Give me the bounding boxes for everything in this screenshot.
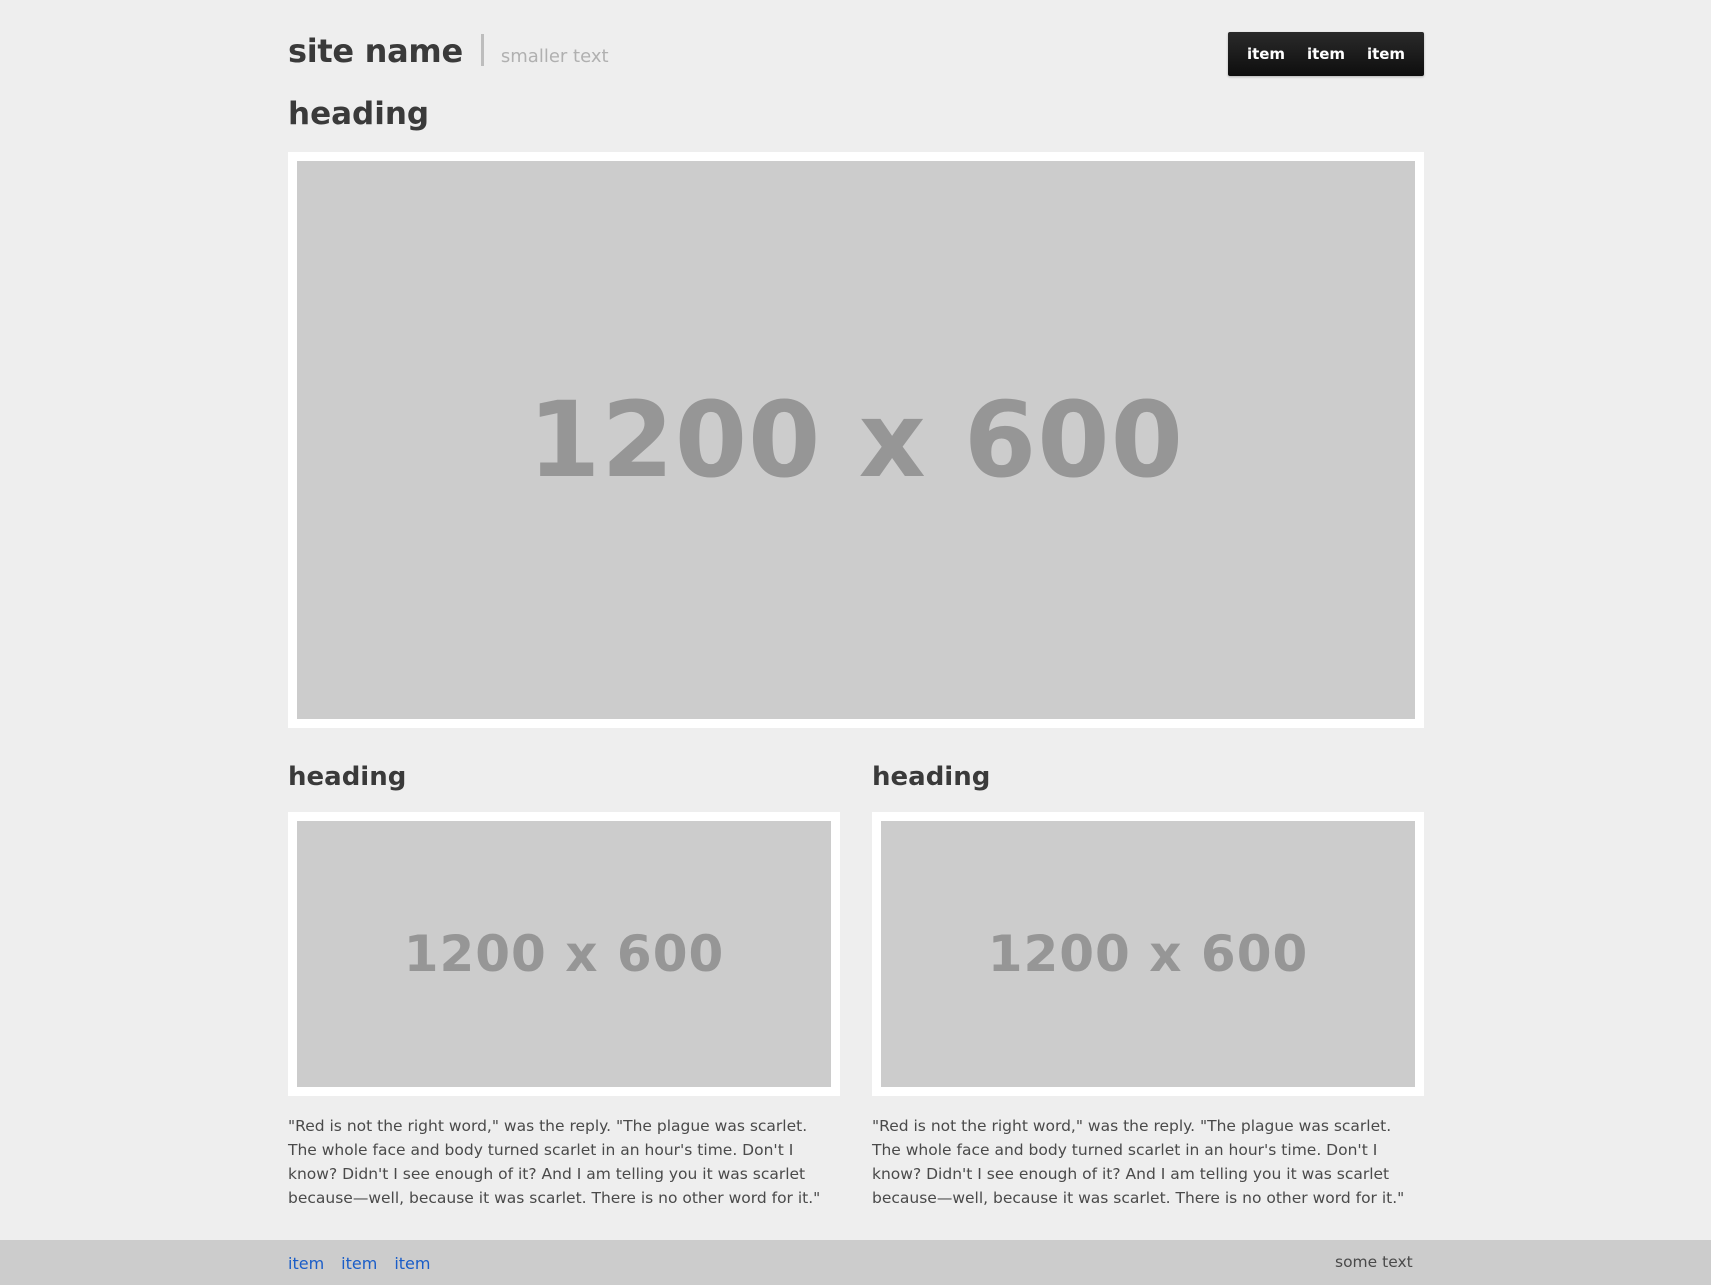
footer-links: item item item bbox=[288, 1254, 430, 1273]
column-image-placeholder: 1200 x 600 bbox=[297, 821, 831, 1087]
top-nav-item-3[interactable]: item bbox=[1367, 45, 1405, 63]
footer-link-3[interactable]: item bbox=[394, 1254, 430, 1273]
content-column-right: heading 1200 x 600 "Red is not the right… bbox=[872, 756, 1424, 1210]
brand: site name smaller text bbox=[288, 30, 609, 70]
column-image-placeholder: 1200 x 600 bbox=[881, 821, 1415, 1087]
content-column-left: heading 1200 x 600 "Red is not the right… bbox=[288, 756, 840, 1210]
tagline: smaller text bbox=[500, 46, 609, 67]
column-paragraph: "Red is not the right word," was the rep… bbox=[872, 1117, 1405, 1207]
column-image-frame: 1200 x 600 bbox=[288, 812, 840, 1096]
column-image-frame: 1200 x 600 bbox=[872, 812, 1424, 1096]
column-paragraph: "Red is not the right word," was the rep… bbox=[288, 1117, 821, 1207]
top-nav-item-2[interactable]: item bbox=[1307, 45, 1345, 63]
top-nav: item item item bbox=[1228, 32, 1424, 76]
column-heading: heading bbox=[872, 762, 991, 792]
site-header: site name smaller text item item item bbox=[288, 0, 1424, 95]
page-container: site name smaller text item item item he… bbox=[288, 0, 1424, 1207]
footer-link-2[interactable]: item bbox=[341, 1254, 377, 1273]
hero-image-placeholder: 1200 x 600 bbox=[297, 161, 1415, 719]
brand-divider bbox=[480, 34, 484, 66]
hero-image-frame: 1200 x 600 bbox=[288, 152, 1424, 728]
page-heading: heading bbox=[288, 96, 430, 132]
footer-link-1[interactable]: item bbox=[288, 1254, 324, 1273]
site-footer: item item item some text bbox=[0, 1240, 1711, 1285]
footer-text: some text bbox=[1335, 1253, 1413, 1271]
site-name[interactable]: site name bbox=[288, 32, 463, 70]
top-nav-item-1[interactable]: item bbox=[1247, 45, 1285, 63]
column-heading: heading bbox=[288, 762, 407, 792]
